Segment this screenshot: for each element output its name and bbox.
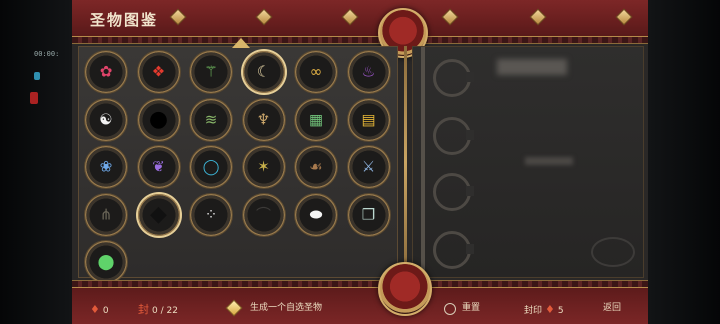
- rose-relic-icon: ✿: [99, 62, 113, 81]
- relic-slot[interactable]: ⚚: [190, 51, 232, 93]
- purple-flame-relic-icon: ♨: [361, 62, 376, 81]
- relic-slot[interactable]: ♆: [242, 98, 285, 141]
- yin-yang-relic-icon: ☯: [99, 110, 113, 128]
- hud-clock: 00:00:: [34, 50, 60, 58]
- panel-divider: [404, 46, 407, 278]
- green-orb-relic-icon: ⬤: [97, 252, 115, 271]
- relic-slot[interactable]: ✶: [242, 146, 285, 188]
- relic-slot[interactable]: ☙: [295, 146, 337, 188]
- relic-slot[interactable]: ⬤: [85, 241, 127, 283]
- game-background-left: [0, 0, 72, 324]
- relic-slot[interactable]: ●: [137, 98, 180, 141]
- blue-flower-relic-icon: ❀: [99, 157, 113, 176]
- soul-count: 0: [102, 306, 109, 316]
- gourd-relic-icon: ♆: [256, 110, 271, 128]
- violet-feather-relic-icon: ❦: [152, 157, 165, 176]
- dark-wing-relic-icon: ⌒: [255, 205, 272, 223]
- relic-slot[interactable]: ❦: [137, 146, 180, 188]
- relic-detail-panel: [412, 46, 644, 279]
- red-crystal-relic-icon: ❖: [151, 62, 166, 81]
- white-stone-relic-icon: ⬬: [309, 205, 323, 223]
- silver-gun-relic-icon: ⚔: [361, 157, 376, 176]
- seal-button[interactable]: 封印 ♦ 5: [524, 304, 564, 316]
- seal-icon: 封: [138, 303, 149, 316]
- jade-tablet-relic-icon: ▦: [308, 110, 324, 128]
- relic-description-blurred: [525, 157, 573, 165]
- wooden-bow-relic-icon: ☙: [309, 157, 323, 176]
- ornament-diamond-icon: [529, 8, 547, 26]
- relic-name-blurred: [497, 59, 567, 75]
- relic-slot[interactable]: ⋔: [85, 193, 127, 236]
- relic-slot[interactable]: ✿: [85, 51, 127, 93]
- reset-icon: [444, 303, 456, 315]
- relic-grid: ✿ ❖ ⚚ ☾ ∞ ♨ ☯ ● ≋ ♆ ▦ ▤ ❀ ❦ ◯ ✶ ☙ ⚔ ⋔ ◆ ⁘ ⌒ ⬬ ❒ ⬤: [78, 46, 398, 283]
- seal-count: 0 / 22: [152, 306, 178, 316]
- reset-button[interactable]: 重置: [462, 304, 480, 313]
- soul-counter: ♦ 0: [90, 304, 109, 316]
- hud-indicator-red: [30, 92, 38, 104]
- slot-ring-icon: [433, 117, 474, 155]
- gold-chain-relic-icon: ∞: [309, 62, 323, 81]
- sapphire-ring-relic-icon: ◯: [202, 157, 220, 176]
- generate-relic-button[interactable]: 生成一个自选圣物: [250, 304, 322, 313]
- crystal-cluster-relic-icon: ✶: [257, 157, 270, 176]
- relic-slot[interactable]: ∞: [295, 51, 337, 93]
- iron-claw-relic-icon: ⋔: [99, 205, 113, 223]
- relic-slot[interactable]: ❖: [137, 51, 180, 93]
- relic-slot[interactable]: ❀: [85, 146, 127, 188]
- cloud-ornament-icon: [591, 237, 635, 267]
- page-title: 圣物图鉴: [90, 11, 159, 29]
- relic-codex-panel: 圣物图鉴 ✿ ❖ ⚚ ☾ ∞ ♨ ☯ ● ≋ ♆ ▦ ▤ ❀ ❦ ◯ ✶ ☙ ⚔ ⋔ ◆ ⁘ ⌒ ⬬ ❒ ⬤: [72, 0, 648, 324]
- game-background-right: [648, 0, 720, 324]
- selection-marker-icon: [232, 38, 250, 48]
- seal-counter: 封0 / 22: [138, 304, 178, 316]
- ornament-diamond-icon: [169, 8, 187, 26]
- hanging-rope: [421, 47, 425, 279]
- seal-flame-icon: ♦: [545, 303, 555, 316]
- relic-slot[interactable]: ♨: [347, 51, 390, 93]
- relic-slot[interactable]: ❒: [347, 193, 390, 236]
- hud-indicator-blue: [34, 72, 40, 80]
- ornament-diamond-icon: [615, 8, 633, 26]
- ornament-diamond-icon: [255, 8, 273, 26]
- slot-ring-icon: [433, 173, 474, 211]
- back-button[interactable]: 返回: [603, 304, 621, 313]
- ornament-diamond-icon: [441, 8, 459, 26]
- relic-slot[interactable]: ☾: [242, 51, 285, 93]
- golden-talisman-relic-icon: ▤: [361, 110, 376, 128]
- seal-button-label: 封印: [524, 306, 543, 316]
- pearl-string-relic-icon: ⁘: [204, 205, 218, 223]
- slot-ring-icon: [433, 59, 474, 97]
- relic-slot[interactable]: ☯: [85, 98, 127, 141]
- relic-slot[interactable]: ◯: [190, 146, 232, 188]
- seal-button-value: 5: [557, 306, 564, 316]
- confirm-medallion-button[interactable]: [378, 262, 432, 316]
- relic-slot[interactable]: ⁘: [190, 193, 232, 236]
- relic-slot[interactable]: ▤: [347, 98, 390, 141]
- shadow-relic-icon: ◆: [150, 201, 167, 227]
- green-staff-relic-icon: ⚚: [204, 62, 218, 81]
- relic-slot[interactable]: ⬬: [295, 193, 337, 236]
- ornament-diamond-icon: [341, 8, 359, 26]
- relic-slot[interactable]: ▦: [295, 98, 337, 141]
- void-relic-icon: ●: [148, 106, 169, 132]
- soul-flame-icon: ♦: [90, 303, 100, 316]
- horn-relic-icon: ☾: [256, 62, 271, 81]
- relic-slot[interactable]: ◆: [137, 193, 180, 236]
- relic-slot[interactable]: ≋: [190, 98, 232, 141]
- codex-header: 圣物图鉴: [72, 0, 648, 44]
- relic-slot[interactable]: ⌒: [242, 193, 285, 236]
- bamboo-scroll-relic-icon: ≋: [204, 110, 218, 128]
- slot-ring-icon: [433, 231, 474, 269]
- relic-slot[interactable]: ⚔: [347, 146, 390, 188]
- silk-cloth-relic-icon: ❒: [361, 205, 376, 223]
